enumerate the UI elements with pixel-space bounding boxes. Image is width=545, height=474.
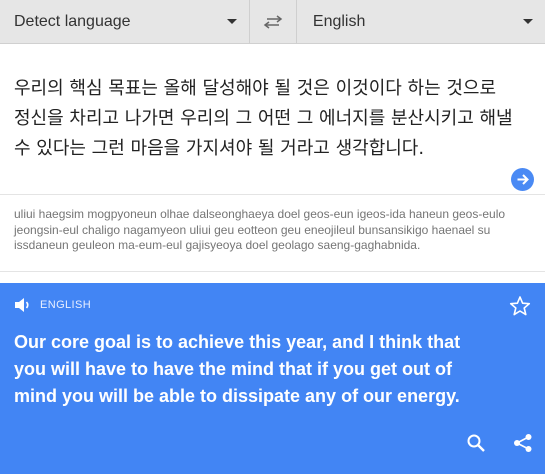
language-bar: Detect language English <box>0 0 545 44</box>
translation-result-card: ENGLISH Our core goal is to achieve this… <box>0 283 545 474</box>
save-star-button[interactable] <box>509 295 531 322</box>
source-language-label: Detect language <box>14 13 131 30</box>
chevron-down-icon <box>523 19 533 24</box>
chevron-down-icon <box>227 19 238 24</box>
result-language-label: ENGLISH <box>40 299 92 311</box>
source-panel: 우리의 핵심 목표는 올해 달성해야 될 것은 이것이다 하는 것으로 정신을 … <box>0 44 545 194</box>
share-icon <box>514 434 532 452</box>
swap-languages-button[interactable] <box>249 0 297 44</box>
swap-arrows-icon <box>263 15 283 29</box>
share-button[interactable] <box>513 433 533 458</box>
source-language-select[interactable]: Detect language <box>0 0 249 44</box>
star-icon <box>509 296 531 316</box>
arrow-right-icon <box>517 174 529 185</box>
target-language-select[interactable]: English <box>297 0 545 44</box>
search-button[interactable] <box>466 433 486 458</box>
transliteration-text: uliui haegsim mogpyoneun olhae dalseongh… <box>14 207 506 252</box>
translate-go-button[interactable] <box>511 168 534 191</box>
transliteration-panel: uliui haegsim mogpyoneun olhae dalseongh… <box>0 194 545 272</box>
source-text-input[interactable]: 우리의 핵심 목표는 올해 달성해야 될 것은 이것이다 하는 것으로 정신을 … <box>14 74 514 164</box>
translation-text: Our core goal is to achieve this year, a… <box>14 332 461 406</box>
result-header: ENGLISH <box>14 297 91 313</box>
search-icon <box>467 434 485 452</box>
target-language-label: English <box>312 13 366 30</box>
speaker-icon[interactable] <box>14 297 32 313</box>
